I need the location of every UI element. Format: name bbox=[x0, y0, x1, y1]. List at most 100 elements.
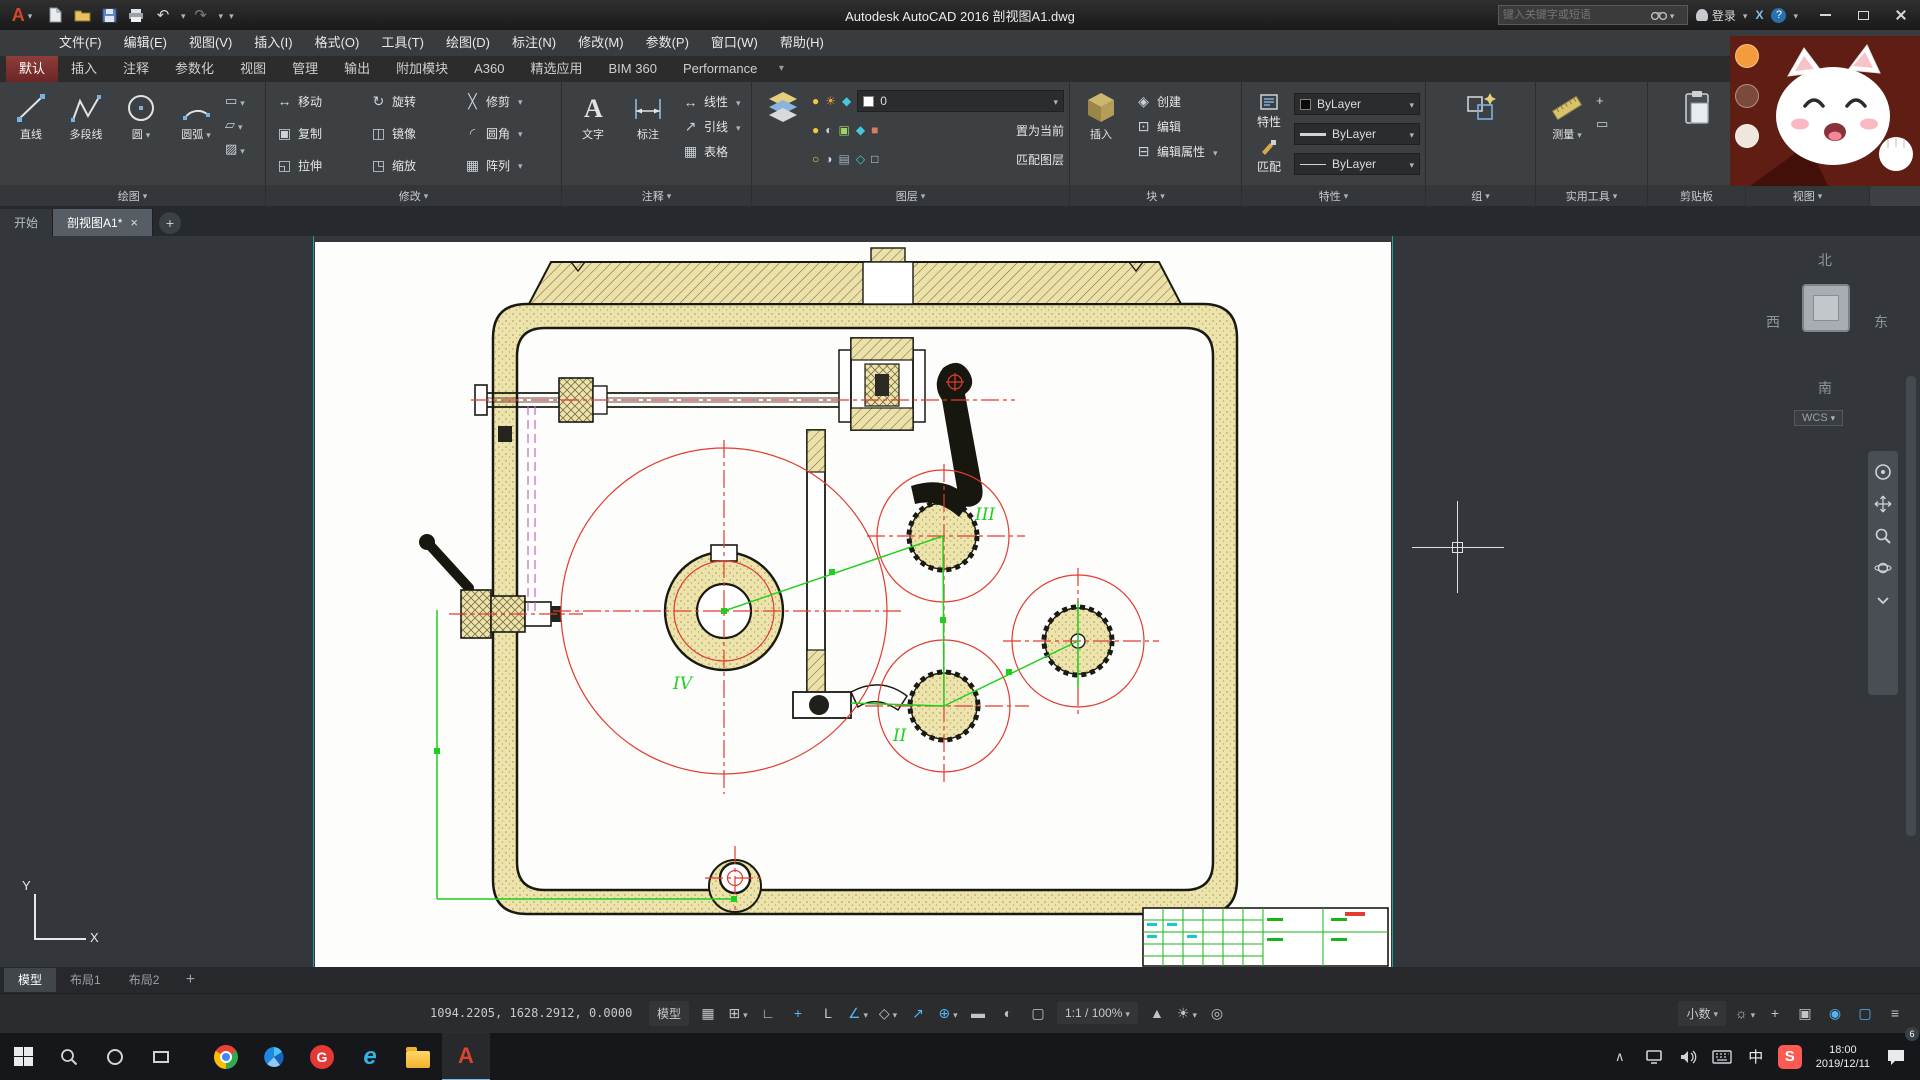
search-options-caret[interactable] bbox=[1667, 8, 1675, 22]
layer-tool-icon[interactable]: ● bbox=[812, 123, 819, 137]
canvas-scrollbar[interactable] bbox=[1906, 376, 1916, 836]
network-button[interactable] bbox=[1638, 1033, 1670, 1080]
menu-item[interactable]: 工具(T) bbox=[370, 30, 435, 56]
ime-indicator[interactable]: 中 bbox=[1740, 1033, 1772, 1080]
panel-title-groups[interactable]: 组 bbox=[1426, 185, 1535, 206]
minimize-button[interactable] bbox=[1806, 0, 1844, 30]
sogou-tray-icon[interactable]: S bbox=[1774, 1033, 1806, 1080]
pinwheel-app[interactable] bbox=[250, 1033, 298, 1080]
camera-settings-button[interactable] bbox=[1735, 84, 1759, 108]
units-button[interactable]: 小数 bbox=[1678, 1001, 1726, 1026]
modify-tool-button[interactable]: ◱拉伸 bbox=[271, 149, 365, 181]
close-button[interactable] bbox=[1882, 0, 1920, 30]
panel-title-modify[interactable]: 修改 bbox=[266, 185, 561, 206]
status-toggle-icon[interactable]: ▢ bbox=[1024, 1000, 1052, 1026]
line-button[interactable]: 直线 bbox=[5, 85, 57, 182]
drawing-svg[interactable]: III IV II bbox=[315, 242, 1391, 967]
modify-tool-button[interactable]: ╳修剪 bbox=[459, 85, 553, 117]
status-toggle-icon[interactable]: ▬ bbox=[964, 1000, 992, 1026]
viewcube-east[interactable]: 东 bbox=[1874, 312, 1888, 332]
status-toggle-icon[interactable]: ▣ bbox=[1791, 1000, 1819, 1026]
wcs-menu[interactable]: WCS bbox=[1794, 410, 1843, 426]
task-view-button[interactable] bbox=[138, 1033, 184, 1080]
polyline-button[interactable]: 多段线 bbox=[60, 85, 112, 182]
ucs-icon[interactable]: Y X bbox=[14, 878, 104, 958]
draw-tool-button[interactable]: ▱ bbox=[225, 117, 245, 133]
panel-title-layers[interactable]: 图层 bbox=[752, 185, 1069, 206]
action-center-button[interactable]: 6 bbox=[1880, 1033, 1912, 1080]
measure-button[interactable]: 测量 bbox=[1541, 85, 1593, 182]
status-toggle-icon[interactable]: ◐ bbox=[994, 1000, 1022, 1026]
layer-properties-button[interactable] bbox=[757, 85, 809, 182]
menu-item[interactable]: 修改(M) bbox=[567, 30, 635, 56]
signin-button[interactable]: 登录 bbox=[1696, 7, 1748, 24]
modify-tool-button[interactable]: ◫镜像 bbox=[365, 117, 459, 149]
block-tool-button[interactable]: ⊟编辑属性 bbox=[1130, 143, 1218, 160]
ribbon-tab[interactable]: A360 bbox=[461, 56, 517, 82]
layer-tool-icon[interactable]: ■ bbox=[871, 123, 878, 137]
dimension-button[interactable]: 标注 bbox=[622, 85, 674, 182]
exchange-apps-button[interactable]: X bbox=[1755, 8, 1763, 22]
ribbon-tab[interactable]: 注释 bbox=[110, 56, 162, 82]
tray-expand-button[interactable]: ∧ bbox=[1604, 1033, 1636, 1080]
redo-button[interactable] bbox=[189, 4, 213, 26]
status-toggle-icon[interactable]: L bbox=[814, 1000, 842, 1026]
title-block[interactable] bbox=[1143, 908, 1388, 966]
panel-title-annotation[interactable]: 注释 bbox=[562, 185, 751, 206]
camera-sticker-button[interactable] bbox=[1735, 44, 1759, 68]
autocad-app[interactable]: A bbox=[442, 1033, 490, 1080]
maximize-button[interactable] bbox=[1844, 0, 1882, 30]
chrome-app[interactable] bbox=[202, 1033, 250, 1080]
ribbon-tab[interactable]: BIM 360 bbox=[596, 56, 670, 82]
object-color-combo[interactable]: ByLayer bbox=[1294, 93, 1420, 115]
circle-button[interactable]: 圆 bbox=[115, 85, 167, 182]
draw-tool-button[interactable]: ▭ bbox=[225, 93, 245, 109]
file-tab-drawing[interactable]: 剖视图A1* bbox=[53, 209, 153, 236]
status-toggle-icon[interactable]: + bbox=[784, 1000, 812, 1026]
match-layer-button[interactable]: 匹配图层 bbox=[1016, 151, 1064, 168]
menu-item[interactable]: 编辑(E) bbox=[113, 30, 178, 56]
layer-state-icon[interactable]: ◆ bbox=[842, 94, 851, 108]
g-app[interactable]: G bbox=[298, 1033, 346, 1080]
menu-item[interactable]: 绘图(D) bbox=[435, 30, 501, 56]
zoom-button[interactable] bbox=[1874, 527, 1892, 545]
layout-tab[interactable]: 布局2 bbox=[115, 968, 174, 992]
ribbon-tab[interactable]: 默认 bbox=[6, 56, 58, 82]
layer-state-icon[interactable]: ● bbox=[812, 94, 819, 108]
menu-item[interactable]: 窗口(W) bbox=[700, 30, 769, 56]
layer-state-icon[interactable]: ☀ bbox=[825, 94, 836, 108]
menu-item[interactable]: 格式(O) bbox=[304, 30, 371, 56]
ribbon-tab[interactable]: 精选应用 bbox=[518, 56, 596, 82]
ribbon-tab[interactable]: 管理 bbox=[279, 56, 331, 82]
paper-sheet[interactable]: III IV II bbox=[315, 242, 1391, 967]
ribbon-collapse-button[interactable] bbox=[770, 54, 792, 82]
paste-button[interactable] bbox=[1671, 85, 1723, 182]
camera-avatar-button[interactable] bbox=[1735, 124, 1759, 148]
tab-close-icon[interactable] bbox=[130, 215, 138, 230]
internet-explorer-app[interactable]: e bbox=[346, 1033, 394, 1080]
search-input[interactable] bbox=[1503, 9, 1651, 21]
panel-title-draw[interactable]: 绘图 bbox=[0, 185, 265, 206]
layer-tool-icon[interactable]: ◑ bbox=[825, 152, 832, 166]
binoculars-icon[interactable] bbox=[1651, 9, 1667, 21]
set-current-layer-button[interactable]: 置为当前 bbox=[1016, 122, 1064, 139]
panel-title-block[interactable]: 块 bbox=[1070, 185, 1241, 206]
qat-customize-button[interactable] bbox=[226, 6, 234, 24]
annotation-tool-button[interactable]: ▦表格 bbox=[677, 143, 741, 160]
arc-button[interactable]: 圆弧 bbox=[170, 85, 222, 182]
viewcube-face[interactable] bbox=[1802, 284, 1850, 332]
taskbar-search-button[interactable] bbox=[46, 1033, 92, 1080]
start-button[interactable] bbox=[0, 1033, 46, 1080]
status-toggle-icon[interactable]: ∠ bbox=[844, 1000, 872, 1026]
model-space-canvas[interactable]: III IV II bbox=[0, 236, 1920, 967]
model-space-button[interactable]: 模型 bbox=[649, 1001, 689, 1026]
layer-tool-icon[interactable]: □ bbox=[871, 152, 878, 166]
pan-button[interactable] bbox=[1874, 495, 1892, 513]
navbar-menu-button[interactable] bbox=[1874, 591, 1892, 609]
ribbon-tab[interactable]: 附加模块 bbox=[383, 56, 461, 82]
layer-tool-icon[interactable]: ◇ bbox=[856, 152, 865, 166]
layout-tab[interactable]: 布局1 bbox=[56, 968, 115, 992]
modify-tool-button[interactable]: ◳缩放 bbox=[365, 149, 459, 181]
modify-tool-button[interactable]: ↻旋转 bbox=[365, 85, 459, 117]
draw-tool-button[interactable]: ▨ bbox=[225, 141, 245, 157]
